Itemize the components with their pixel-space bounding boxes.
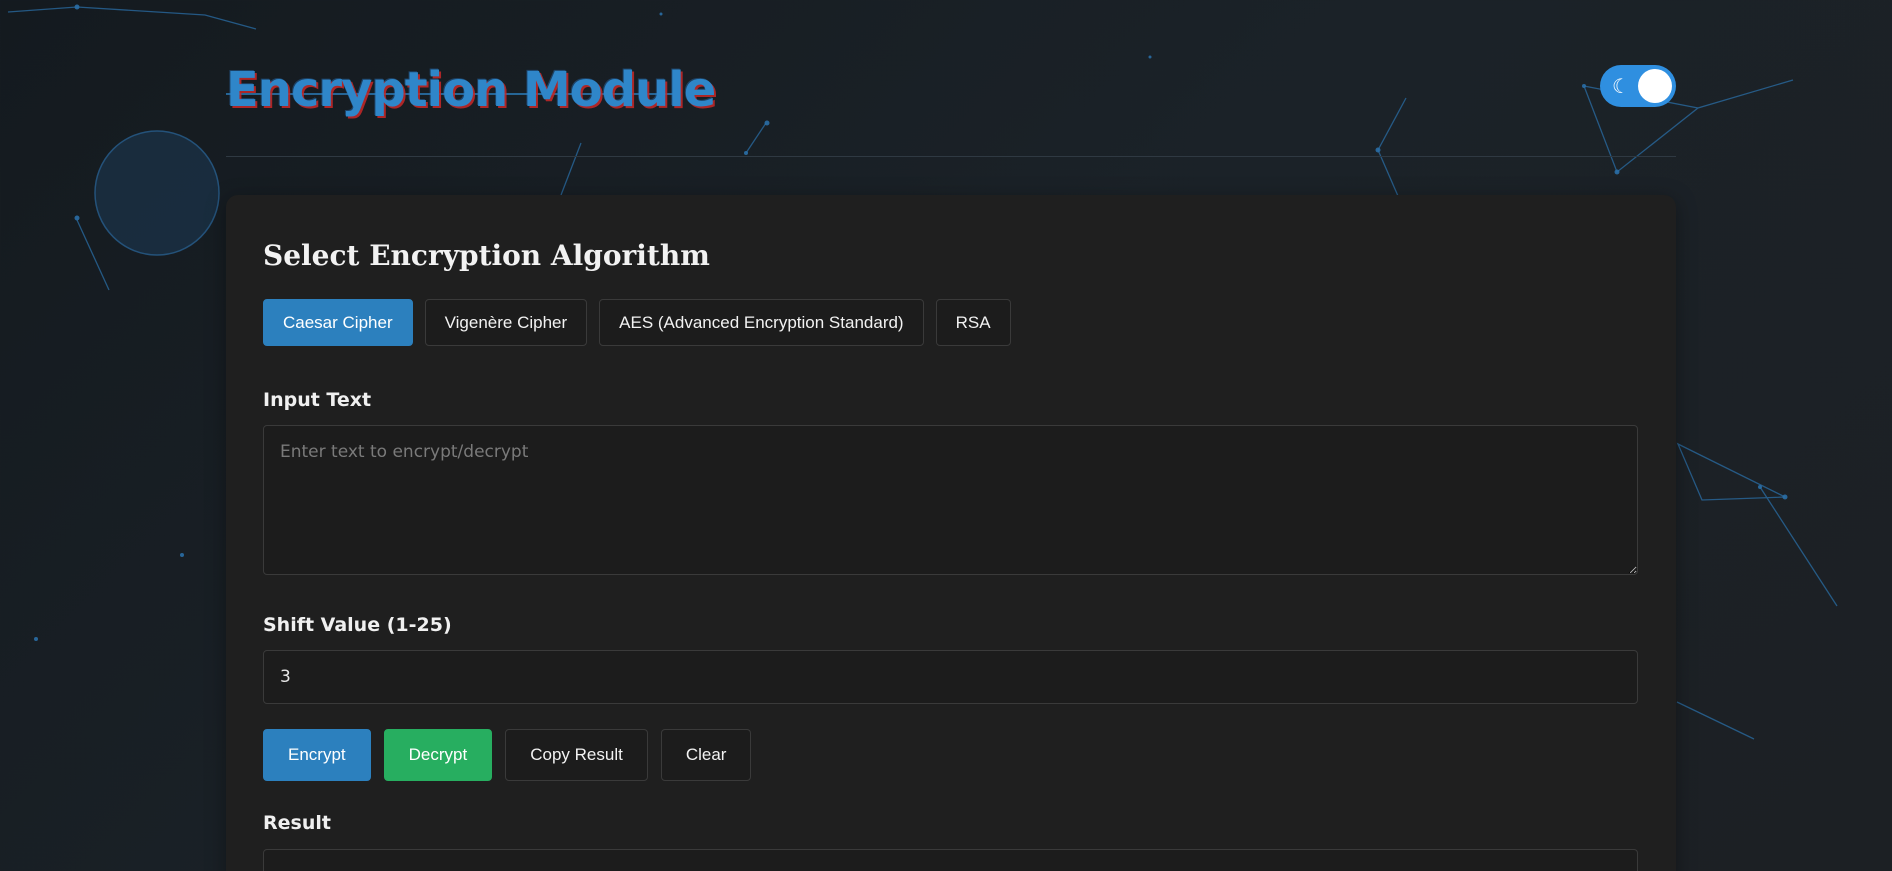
header: Encryption Module ☾ [226,0,1676,157]
encrypt-button[interactable]: Encrypt [263,729,371,781]
copy-result-button[interactable]: Copy Result [505,729,648,781]
shift-value-label: Shift Value (1-25) [263,614,452,636]
encryption-card: Select Encryption Algorithm Caesar Ciphe… [226,195,1676,871]
algorithm-rsa-button[interactable]: RSA [935,299,1011,346]
decrypt-button[interactable]: Decrypt [383,729,493,781]
moon-icon: ☾ [1612,74,1630,98]
page-title: Encryption Module [226,62,716,118]
algorithm-aes-button[interactable]: AES (Advanced Encryption Standard) [599,299,924,346]
algorithm-vigenere-button[interactable]: Vigenère Cipher [424,299,588,346]
result-output [263,849,1638,871]
algorithm-caesar-button[interactable]: Caesar Cipher [263,299,413,346]
algorithm-section-title: Select Encryption Algorithm [263,239,710,272]
input-text-area[interactable] [263,425,1638,575]
shift-value-input[interactable] [263,650,1638,704]
algorithm-selector: Caesar Cipher Vigenère Cipher AES (Advan… [263,299,1011,346]
page-container: Encryption Module ☾ Select Encryption Al… [226,0,1676,871]
toggle-knob [1638,69,1672,103]
clear-button[interactable]: Clear [660,729,752,781]
theme-toggle[interactable]: ☾ [1600,65,1676,107]
action-buttons: Encrypt Decrypt Copy Result Clear [263,729,752,781]
input-text-label: Input Text [263,389,372,411]
result-label: Result [263,812,331,834]
